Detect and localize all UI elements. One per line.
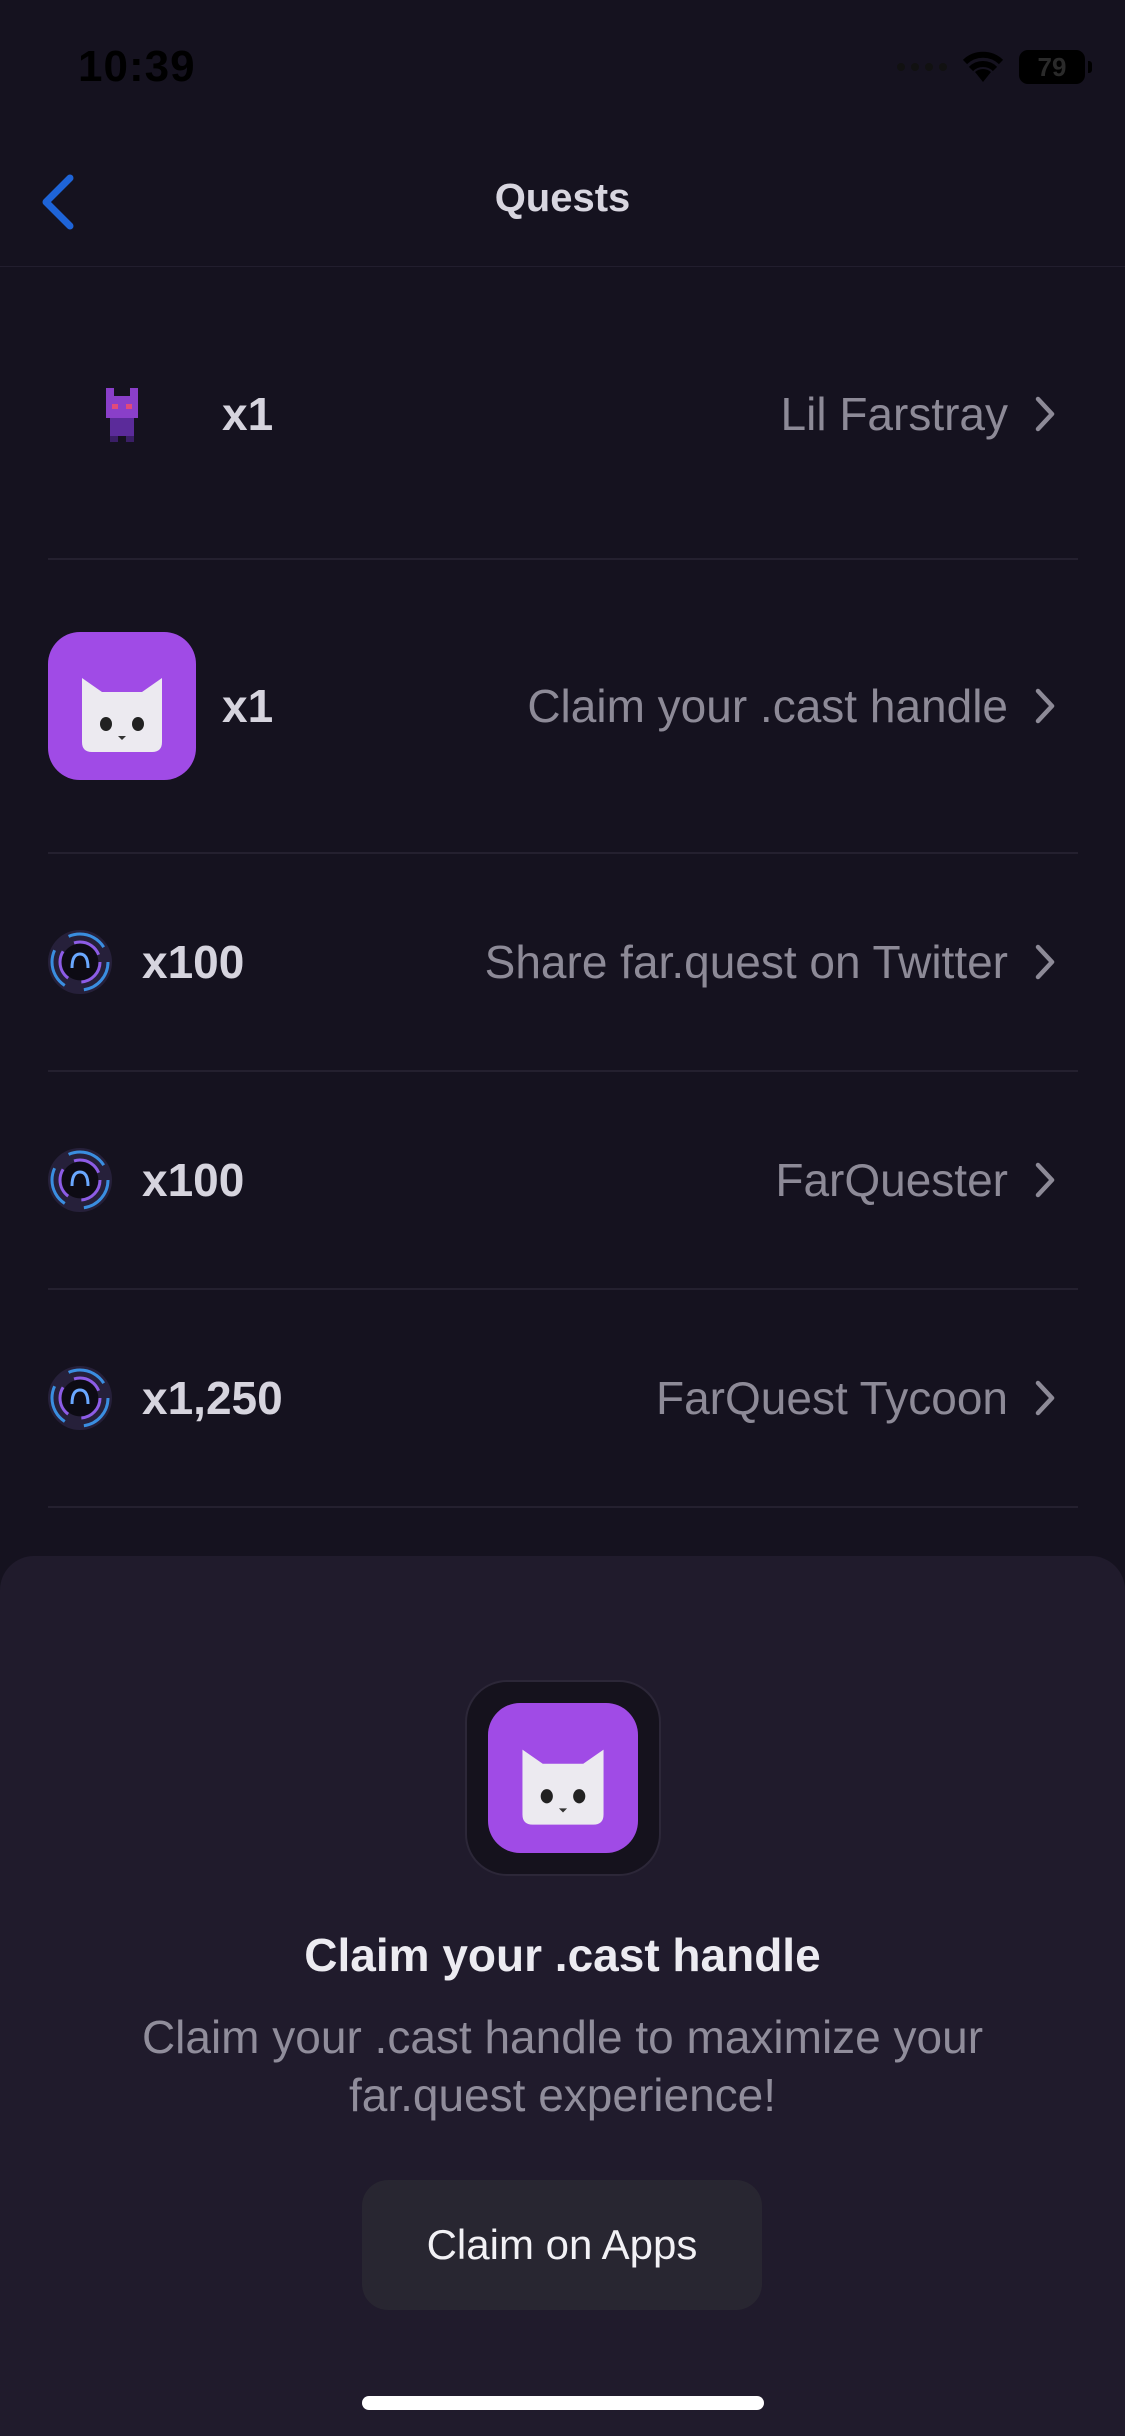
home-indicator[interactable] xyxy=(362,2396,764,2410)
bottom-sheet: Claim your .cast handle Claim your .cast… xyxy=(0,1556,1125,2436)
sheet-title: Claim your .cast handle xyxy=(304,1929,821,1981)
sheet-icon-frame xyxy=(465,1680,661,1876)
claim-on-apps-button[interactable]: Claim on Apps xyxy=(362,2180,762,2310)
sheet-description: Claim your .cast handle to maximize your… xyxy=(141,2011,984,2121)
cat-app-icon xyxy=(488,1703,638,1853)
dim-overlay[interactable] xyxy=(0,0,1125,1560)
quests-screen: 10:39 79 Quests x1 Lil Farstray x1 Claim… xyxy=(0,0,1125,2436)
